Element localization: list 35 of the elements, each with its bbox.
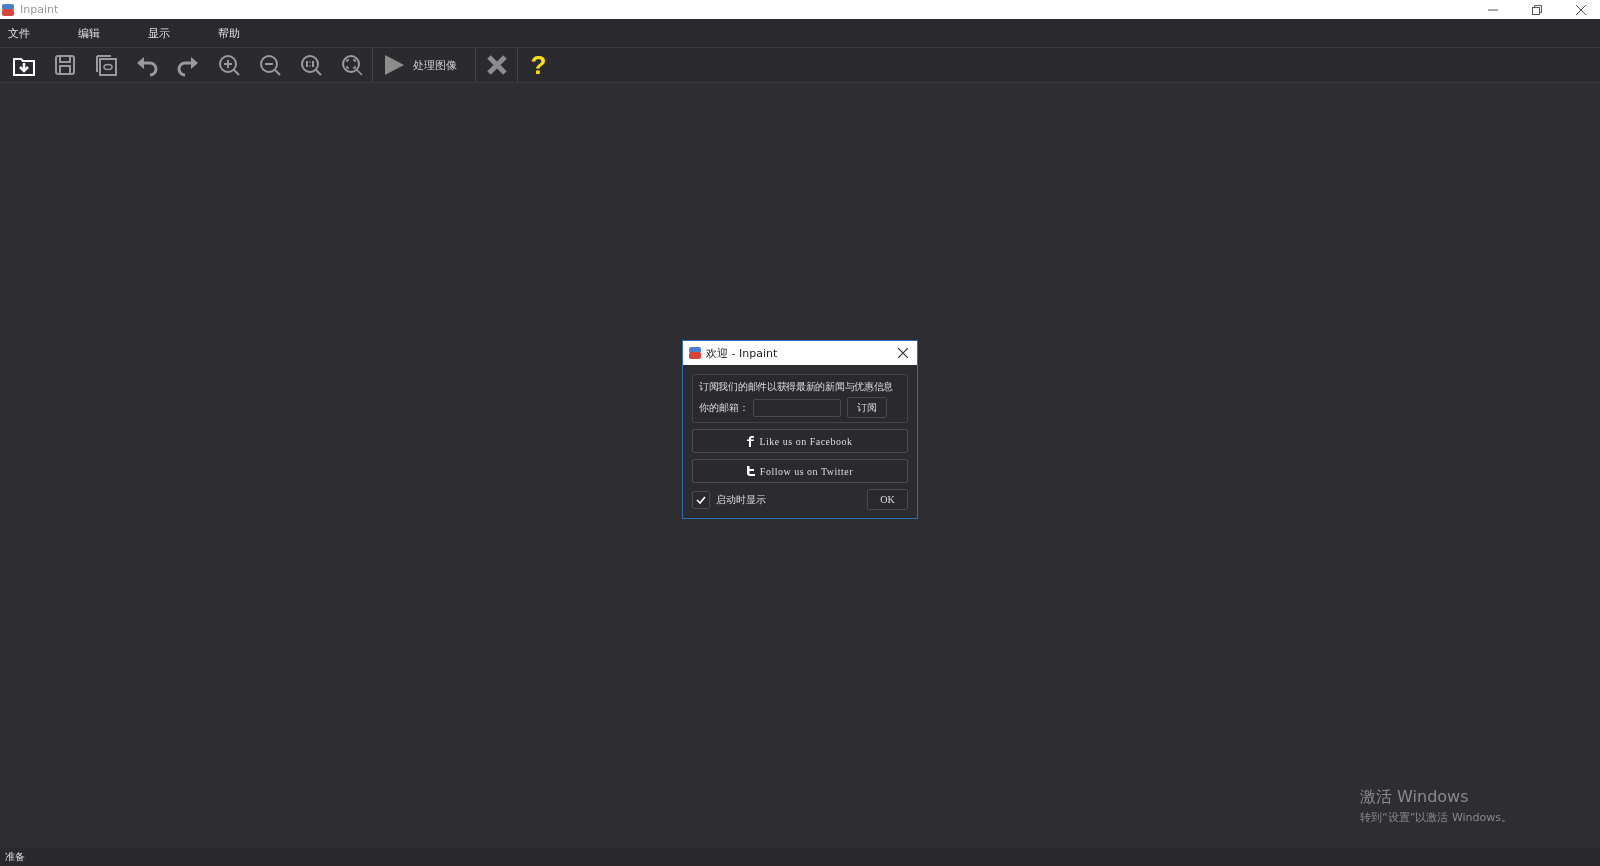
twitter-button[interactable]: Follow us on Twitter [692, 459, 908, 483]
activation-title: 激活 Windows [1360, 787, 1470, 808]
copy-eye-icon [94, 53, 118, 77]
cross-icon [485, 54, 508, 76]
ok-button[interactable]: OK [867, 489, 908, 510]
twitter-icon [746, 466, 755, 476]
app-icon [2, 3, 14, 16]
dialog-title: 欢迎 - Inpaint [706, 345, 778, 361]
show-on-startup-checkbox[interactable] [692, 490, 710, 509]
window-title: Inpaint [20, 3, 59, 16]
menu-item[interactable]: 帮助 [210, 22, 280, 44]
activation-text: 转到“设置”以激活 Windows。 [1360, 810, 1512, 825]
menu-item[interactable]: 显示 [140, 22, 210, 44]
facebook-button[interactable]: Like us on Facebook [692, 429, 908, 453]
facebook-icon [747, 435, 755, 447]
help-button[interactable]: ? [517, 48, 559, 82]
close-icon [1576, 4, 1586, 15]
zoom-in-icon [217, 53, 241, 77]
app-icon [689, 347, 701, 359]
process-image-button[interactable]: 处理图像 [372, 48, 475, 82]
checkbox-label: 启动时显示 [716, 492, 766, 507]
restore-icon [1532, 4, 1542, 15]
play-icon [383, 54, 405, 76]
email-field[interactable] [753, 398, 841, 417]
email-label: 你的邮箱： [699, 400, 749, 415]
zoom-out-icon [258, 53, 282, 77]
status-text: 准备 [5, 850, 25, 864]
menu-item[interactable]: 文件 [0, 22, 70, 44]
subscribe-message: 订阅我们的邮件以获得最新的新闻与优惠信息 [699, 380, 894, 394]
menu-item[interactable]: 编辑 [70, 22, 140, 44]
zoom-fit-icon [340, 53, 364, 77]
subscribe-button[interactable]: 订阅 [847, 397, 887, 418]
checkmark-icon [696, 495, 706, 504]
close-icon [898, 348, 908, 358]
zoom-actual-size-icon [299, 53, 323, 77]
